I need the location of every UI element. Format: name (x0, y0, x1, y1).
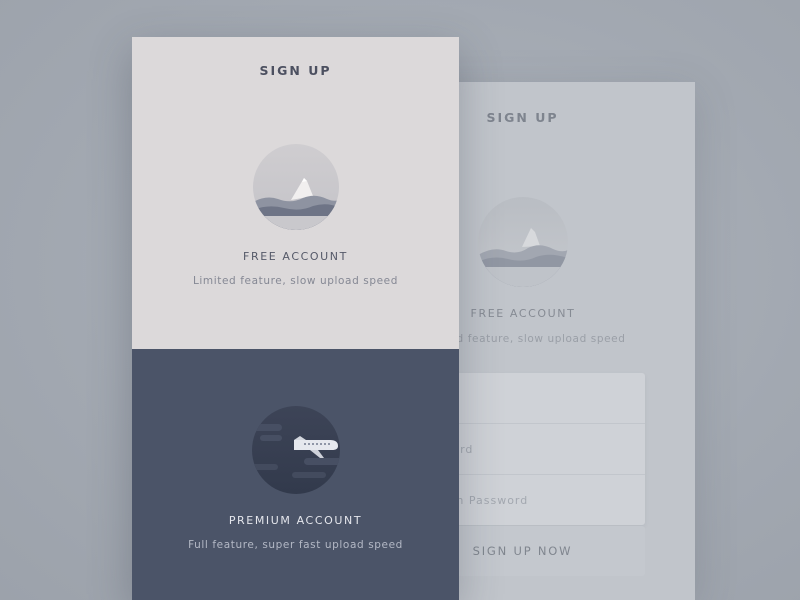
premium-account-description: Full feature, super fast upload speed (188, 539, 403, 551)
account-chooser-card: SIGN UP FREE ACCOUNT Limited feature, sl… (132, 37, 459, 600)
free-account-option[interactable]: SIGN UP FREE ACCOUNT Limited feature, sl… (132, 37, 459, 349)
premium-account-title: PREMIUM ACCOUNT (228, 514, 363, 527)
free-account-title: FREE ACCOUNT (243, 250, 348, 263)
page-title: SIGN UP (259, 63, 332, 78)
mountain-landscape-icon (478, 197, 568, 287)
mountain-landscape-icon (253, 144, 339, 230)
premium-account-option[interactable]: PREMIUM ACCOUNT Full feature, super fast… (132, 349, 459, 600)
airplane-clouds-icon (252, 406, 340, 494)
free-account-description: Limited feature, slow upload speed (192, 275, 399, 287)
